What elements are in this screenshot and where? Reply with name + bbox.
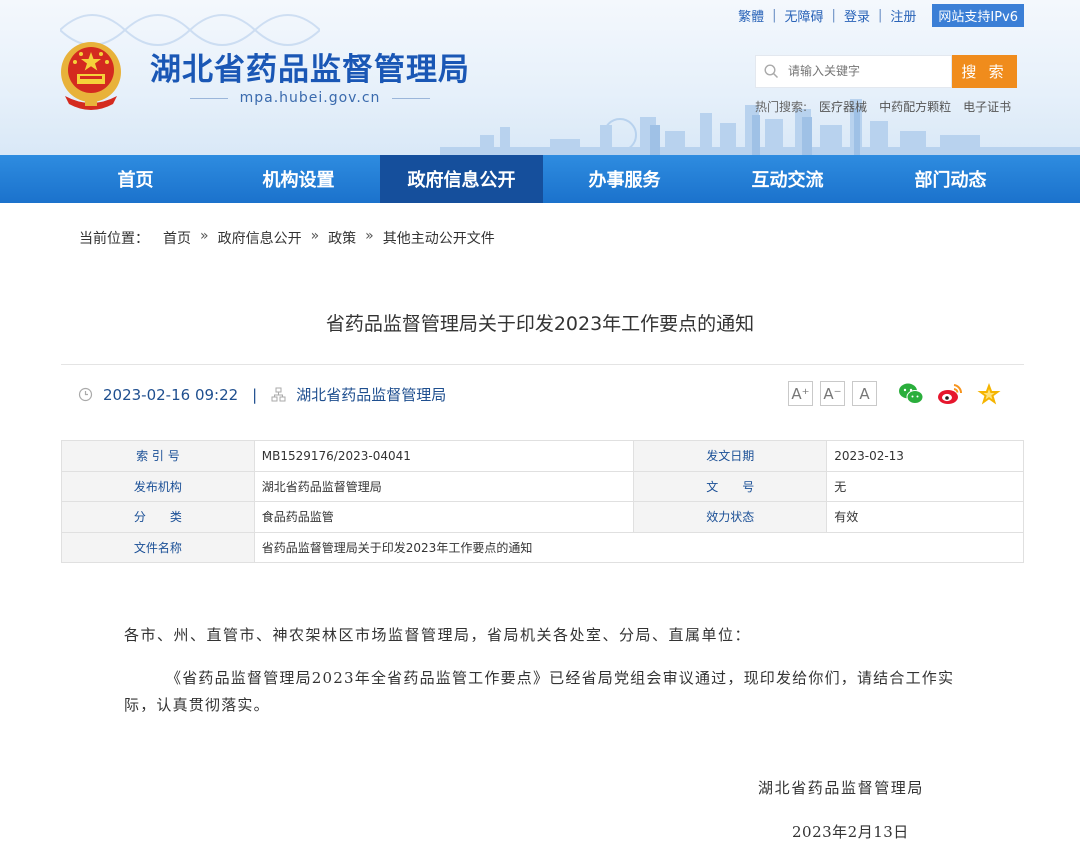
- divider: [61, 364, 1024, 365]
- traditional-chinese-link[interactable]: 繁體: [730, 6, 772, 25]
- font-increase-button[interactable]: A⁺: [788, 381, 813, 406]
- national-emblem-logo: [61, 42, 121, 110]
- breadcrumb-other-docs[interactable]: 其他主动公开文件: [383, 228, 495, 248]
- search-bar: 搜 索: [755, 55, 1017, 88]
- file-name-value: 省药品监督管理局关于印发2023年工作要点的通知: [253, 531, 1025, 563]
- table-row: 文件名称 省药品监督管理局关于印发2023年工作要点的通知: [61, 531, 1025, 563]
- nav-home[interactable]: 首页: [54, 155, 217, 203]
- index-number-value: MB1529176/2023-04041: [253, 440, 635, 472]
- font-decrease-button[interactable]: A⁻: [820, 381, 845, 406]
- nav-interaction[interactable]: 互动交流: [706, 155, 869, 203]
- document-date: 2023年2月13日: [792, 823, 909, 841]
- breadcrumb-label: 当前位置：: [79, 231, 149, 247]
- issuing-org-label: 发布机构: [61, 470, 255, 502]
- nav-services[interactable]: 办事服务: [543, 155, 706, 203]
- table-row: 发布机构 湖北省药品监督管理局 文 号 无: [61, 470, 1024, 502]
- organization-icon: [271, 387, 286, 402]
- file-name-label: 文件名称: [61, 531, 255, 563]
- publisher-name: 湖北省药品监督管理局: [296, 386, 447, 404]
- doc-number-value: 无: [826, 470, 1024, 502]
- issuing-org-value: 湖北省药品监督管理局: [253, 470, 635, 502]
- hot-searches: 热门搜索: 医疗器械 中药配方颗粒 电子证书: [755, 98, 1011, 115]
- font-size-controls: A⁺ A⁻ A: [788, 381, 884, 406]
- site-domain: mpa.hubei.gov.cn: [190, 89, 430, 107]
- search-icon: [764, 64, 779, 79]
- breadcrumb: 当前位置： 首页 » 政府信息公开 » 政策 » 其他主动公开文件: [79, 228, 495, 248]
- document-info-table: 索 引 号 MB1529176/2023-04041 发文日期 2023-02-…: [61, 440, 1025, 563]
- issue-date-value: 2023-02-13: [826, 440, 1024, 472]
- favorite-star-icon[interactable]: [975, 380, 1003, 408]
- login-link[interactable]: 登录: [836, 6, 878, 25]
- main-nav: 首页 机构设置 政府信息公开 办事服务 互动交流 部门动态: [0, 155, 1080, 203]
- hot-search-label: 热门搜索:: [755, 100, 808, 114]
- salutation: 各市、州、直管市、神农架林区市场监督管理局，省局机关各处室、分局、直属单位：: [124, 626, 752, 644]
- doc-number-label: 文 号: [633, 470, 828, 502]
- breadcrumb-policy[interactable]: 政策: [328, 228, 356, 248]
- hot-search-link[interactable]: 医疗器械: [819, 98, 867, 115]
- share-buttons: [897, 380, 1014, 408]
- search-input[interactable]: [788, 64, 943, 78]
- issue-date-label: 发文日期: [633, 440, 828, 472]
- breadcrumb-gov-info[interactable]: 政府信息公开: [218, 228, 302, 248]
- search-box: [755, 55, 952, 88]
- register-link[interactable]: 注册: [882, 6, 924, 25]
- site-title: 湖北省药品监督管理局: [150, 52, 470, 88]
- table-row: 索 引 号 MB1529176/2023-04041 发文日期 2023-02-…: [61, 440, 1024, 472]
- nav-news[interactable]: 部门动态: [869, 155, 1032, 203]
- weibo-icon[interactable]: [936, 380, 964, 408]
- validity-label: 效力状态: [633, 501, 828, 533]
- publish-datetime: 2023-02-16 09:22: [103, 385, 239, 404]
- category-value: 食品药品监管: [253, 501, 635, 533]
- nav-organization[interactable]: 机构设置: [217, 155, 380, 203]
- article-title: 省药品监督管理局关于印发2023年工作要点的通知: [325, 313, 755, 335]
- accessibility-link[interactable]: 无障碍: [777, 6, 832, 25]
- top-links: 繁體 | 无障碍 | 登录 | 注册 网站支持IPv6: [730, 3, 1024, 27]
- index-number-label: 索 引 号: [61, 440, 255, 472]
- body-paragraph: 《省药品监督管理局2023年全省药品监管工作要点》已经省局党组会审议通过，现印发…: [124, 669, 955, 714]
- hot-search-link[interactable]: 电子证书: [963, 98, 1011, 115]
- signature: 湖北省药品监督管理局: [758, 779, 925, 797]
- hot-search-link[interactable]: 中药配方颗粒: [879, 98, 951, 115]
- nav-gov-info[interactable]: 政府信息公开: [380, 155, 543, 203]
- breadcrumb-home[interactable]: 首页: [163, 228, 191, 248]
- ipv6-badge: 网站支持IPv6: [932, 3, 1024, 27]
- wechat-icon[interactable]: [897, 380, 925, 408]
- table-row: 分 类 食品药品监管 效力状态 有效: [61, 501, 1024, 533]
- search-button[interactable]: 搜 索: [952, 55, 1017, 88]
- clock-icon: [78, 387, 93, 402]
- validity-value: 有效: [826, 501, 1024, 533]
- site-header: 湖北省药品监督管理局 mpa.hubei.gov.cn 繁體 | 无障碍 | 登…: [0, 0, 1080, 155]
- category-label: 分 类: [61, 501, 255, 533]
- font-reset-button[interactable]: A: [852, 381, 877, 406]
- article-meta: 2023-02-16 09:22 | 湖北省药品监督管理局: [78, 384, 446, 405]
